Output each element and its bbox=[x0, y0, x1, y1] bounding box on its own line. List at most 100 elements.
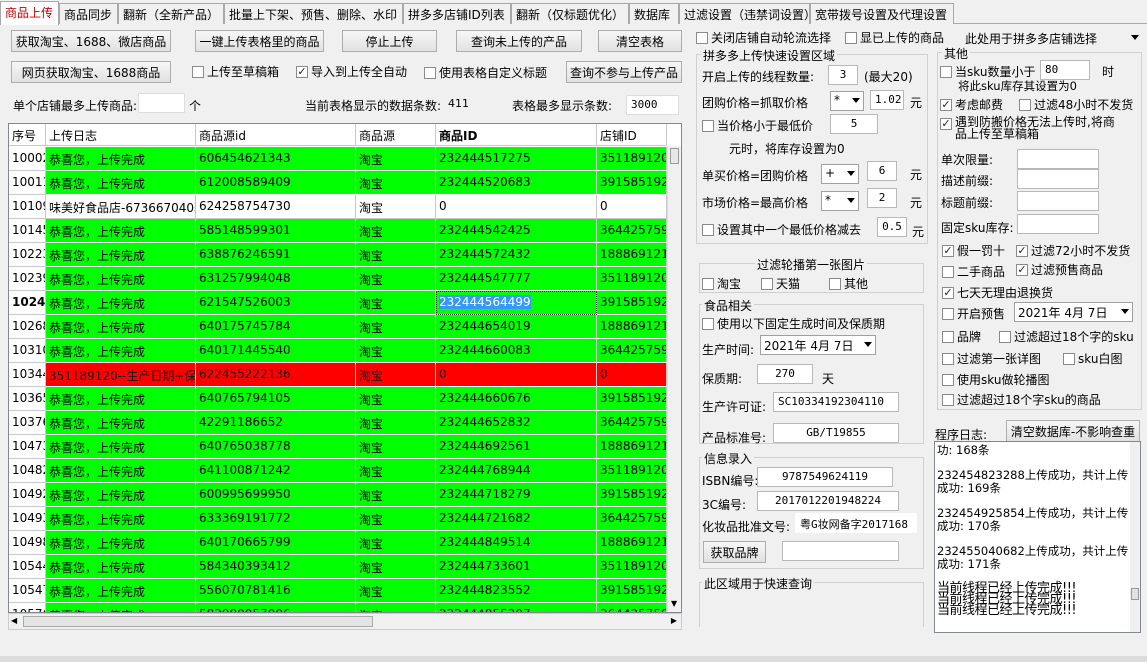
header-goods-id[interactable]: 商品ID bbox=[436, 124, 597, 146]
limit-input[interactable] bbox=[1017, 149, 1099, 169]
cell-index[interactable]: 10576 bbox=[9, 603, 46, 612]
cell-index[interactable]: 10492 bbox=[9, 483, 46, 507]
cell-log[interactable]: 恭喜您，上传完成 bbox=[46, 387, 196, 411]
reduce-price-input[interactable]: 0.5 bbox=[877, 217, 907, 237]
min-price-checkbox[interactable]: 当价格小于最低价 bbox=[702, 117, 813, 134]
tab-filter[interactable]: 过滤设置（违禁词设置） bbox=[679, 3, 810, 24]
cell-index[interactable]: 10344 bbox=[9, 363, 46, 387]
group-price-input[interactable]: 1.02 bbox=[870, 90, 904, 110]
max-per-shop-input[interactable] bbox=[138, 93, 185, 113]
brand-input[interactable] bbox=[782, 541, 899, 561]
cell-src-id[interactable]: 621547526003 bbox=[196, 291, 356, 315]
prod-date-picker[interactable]: 2021年 4月 7日 bbox=[760, 335, 876, 355]
single-price-op-select[interactable]: + bbox=[821, 164, 859, 184]
cell-src[interactable]: 淘宝 bbox=[356, 435, 436, 459]
table-row[interactable]: 10310恭喜您，上传完成640171445540淘宝2324446600833… bbox=[9, 339, 667, 363]
tab-sync[interactable]: 商品同步 bbox=[59, 3, 118, 24]
cell-goods-id[interactable]: 232444823552 bbox=[436, 579, 597, 603]
cell-src[interactable]: 淘宝 bbox=[356, 531, 436, 555]
cell-index[interactable]: 10011 bbox=[9, 171, 46, 195]
cell-index[interactable]: 10268 bbox=[9, 315, 46, 339]
scroll-left-icon[interactable]: ◀ bbox=[11, 616, 17, 625]
cell-shop-id[interactable]: 391585192 bbox=[597, 291, 667, 315]
fetch-goods-button[interactable]: 获取淘宝、1688、微店商品 bbox=[11, 30, 171, 52]
show-uploaded-checkbox[interactable]: 显已上传的商品 bbox=[845, 29, 944, 46]
cell-log[interactable]: 恭喜您，上传完成 bbox=[46, 291, 196, 315]
group-price-op-select[interactable]: * bbox=[830, 91, 864, 111]
cell-shop-id[interactable]: 188869121 bbox=[597, 531, 667, 555]
cell-goods-id[interactable]: 232444517275 bbox=[436, 147, 597, 171]
table-row[interactable]: 10011恭喜您，上传完成612008589409淘宝2324445206833… bbox=[9, 171, 667, 195]
fixed-date-checkbox[interactable]: 使用以下固定生成时间及保质期 bbox=[702, 315, 885, 332]
cell-index[interactable]: 1024 bbox=[9, 291, 46, 315]
sku-count-input[interactable]: 80 bbox=[1040, 60, 1090, 80]
table-row[interactable]: 10268恭喜您，上传完成640175745784淘宝2324446540191… bbox=[9, 315, 667, 339]
filter-72h-checkbox[interactable]: ✓ 过滤72小时不发货 bbox=[1016, 242, 1130, 259]
min-price-input[interactable]: 5 bbox=[830, 114, 878, 134]
cell-shop-id[interactable]: 391585192 bbox=[597, 171, 667, 195]
query-not-uploaded-button[interactable]: 查询未上传的产品 bbox=[456, 30, 582, 52]
cell-src[interactable]: 淘宝 bbox=[356, 195, 436, 219]
cell-shop-id[interactable]: 364425759 bbox=[597, 411, 667, 435]
cell-log[interactable]: 恭喜您，上传完成 bbox=[46, 579, 196, 603]
header-source-id[interactable]: 商品源id bbox=[196, 124, 356, 146]
cell-src-id[interactable]: 600995699950 bbox=[196, 483, 356, 507]
table-row[interactable]: 10544恭喜您，上传完成584340393412淘宝2324447336013… bbox=[9, 555, 667, 579]
cell-src-id[interactable]: 640175745784 bbox=[196, 315, 356, 339]
cell-src-id[interactable]: 583980057006 bbox=[196, 603, 356, 612]
table-row[interactable]: 1024 恭喜您，上传完成 621547526003 淘宝 232444564499 39… bbox=[9, 291, 667, 315]
tab-shop-list[interactable]: 拼多多店铺ID列表 bbox=[403, 3, 511, 24]
brand-checkbox[interactable]: 品牌 bbox=[942, 328, 981, 345]
clear-db-button[interactable]: 清空数据库-不影响查重 bbox=[1006, 420, 1140, 442]
tab-dial[interactable]: 宽带拨号设置及代理设置 bbox=[810, 3, 954, 24]
cell-shop-id[interactable]: 391585192 bbox=[597, 483, 667, 507]
cell-src[interactable]: 淘宝 bbox=[356, 555, 436, 579]
cell-goods-id[interactable]: 232444768944 bbox=[436, 459, 597, 483]
cell-src[interactable]: 淘宝 bbox=[356, 411, 436, 435]
table-row[interactable]: 10473恭喜您，上传完成640765038778淘宝2324446925611… bbox=[9, 435, 667, 459]
cell-index[interactable]: 10310 bbox=[9, 339, 46, 363]
web-fetch-button[interactable]: 网页获取淘宝、1688商品 bbox=[11, 61, 171, 83]
cell-index[interactable]: 10223 bbox=[9, 243, 46, 267]
license-input[interactable]: SC10334192304110 bbox=[773, 392, 899, 412]
standard-input[interactable]: GB/T19855 bbox=[773, 423, 899, 443]
cell-shop-id[interactable]: 0 bbox=[597, 195, 667, 219]
cell-goods-id[interactable]: 232444564499 bbox=[436, 291, 597, 315]
anti-price-checkbox[interactable]: ✓ 遇到防搬价格无法上传时,将商品上传至草稿箱 bbox=[940, 116, 1120, 140]
query-excluded-button[interactable]: 查询不参与上传产品 bbox=[566, 61, 682, 83]
stop-upload-button[interactable]: 停止上传 bbox=[342, 30, 437, 52]
cell-src-id[interactable]: 585148599301 bbox=[196, 219, 356, 243]
cell-goods-id[interactable]: 232444520683 bbox=[436, 171, 597, 195]
single-price-input[interactable]: 6 bbox=[867, 161, 897, 181]
isbn-input[interactable]: 9787549624119 bbox=[757, 467, 893, 487]
table-row[interactable]: 10239恭喜您，上传完成631257994048淘宝2324445477773… bbox=[9, 267, 667, 291]
cell-shop-id[interactable]: 188869121 bbox=[597, 315, 667, 339]
cell-src-id[interactable]: 641100871242 bbox=[196, 459, 356, 483]
cell-src[interactable]: 淘宝 bbox=[356, 291, 436, 315]
cell-index[interactable]: 10544 bbox=[9, 555, 46, 579]
tab-renew-title[interactable]: 翻新（仅标题优化） bbox=[511, 3, 629, 24]
cell-log[interactable]: 恭喜您，上传完成 bbox=[46, 243, 196, 267]
cell-shop-id[interactable]: 188869121 bbox=[597, 435, 667, 459]
shop-select[interactable]: 此处用于拼多多店铺选择 bbox=[962, 29, 1142, 49]
cell-shop-id[interactable]: 188869121 bbox=[597, 243, 667, 267]
cell-src[interactable]: 淘宝 bbox=[356, 507, 436, 531]
table-row[interactable]: 10576恭喜您，上传完成583980057006淘宝2324448552073… bbox=[9, 603, 667, 612]
table-row[interactable]: 10492恭喜您，上传完成600995699950淘宝2324447182793… bbox=[9, 483, 667, 507]
cell-goods-id[interactable]: 232444547777 bbox=[436, 267, 597, 291]
table-row[interactable]: 10145恭喜您，上传完成585148599301淘宝2324445424253… bbox=[9, 219, 667, 243]
cell-goods-id[interactable]: 232444542425 bbox=[436, 219, 597, 243]
filter-18-goods-checkbox[interactable]: 过滤超过18个字sku的商品 bbox=[942, 391, 1101, 408]
sku-carousel-checkbox[interactable]: 使用sku做轮播图 bbox=[942, 371, 1049, 388]
cell-goods-id[interactable]: 232444660676 bbox=[436, 387, 597, 411]
cell-log[interactable]: 恭喜您，上传完成 bbox=[46, 435, 196, 459]
cell-log[interactable]: 味美好食品店-673667040获 bbox=[46, 195, 196, 219]
ccc-input[interactable]: 2017012201948224 bbox=[757, 491, 899, 511]
cell-index[interactable]: 10482 bbox=[9, 459, 46, 483]
cell-shop-id[interactable]: 351189120 bbox=[597, 555, 667, 579]
cell-src[interactable]: 淘宝 bbox=[356, 363, 436, 387]
cell-log[interactable]: 恭喜您，上传完成 bbox=[46, 315, 196, 339]
header-index[interactable]: 序号 bbox=[9, 124, 46, 146]
cell-goods-id[interactable]: 232444652832 bbox=[436, 411, 597, 435]
cell-goods-id[interactable]: 232444718279 bbox=[436, 483, 597, 507]
